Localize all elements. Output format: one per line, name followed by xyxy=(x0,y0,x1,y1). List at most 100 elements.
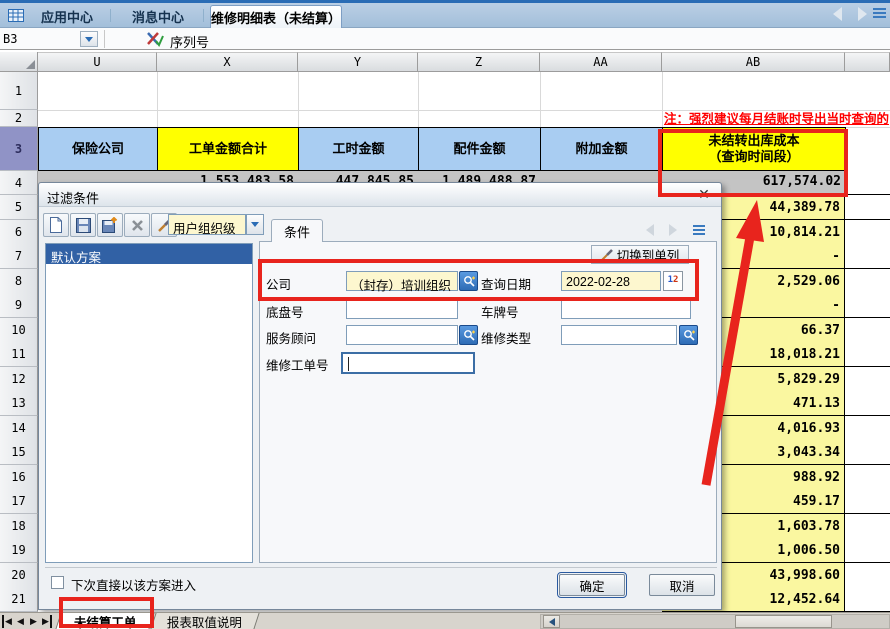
close-icon[interactable]: ✕ xyxy=(695,186,713,204)
query-date-input[interactable]: 2022-02-28 xyxy=(561,271,661,291)
row-header-5[interactable]: 5 xyxy=(0,195,38,220)
plate-input[interactable] xyxy=(561,299,691,319)
work-order-input[interactable] xyxy=(341,352,475,374)
tab-app-center[interactable]: 应用中心 xyxy=(28,5,106,28)
header-cell-parts-amount[interactable]: 配件金额 xyxy=(418,127,541,171)
row-header-14[interactable]: 14 xyxy=(0,416,38,441)
save-as-scheme-button[interactable] xyxy=(97,213,123,237)
cancel-button[interactable]: 取消 xyxy=(649,574,715,596)
column-header-U[interactable]: U xyxy=(38,52,157,72)
chassis-input[interactable] xyxy=(346,299,458,319)
empty-cell[interactable] xyxy=(845,342,890,367)
empty-cell[interactable] xyxy=(845,587,890,612)
row-header-12[interactable]: 12 xyxy=(0,367,38,392)
empty-cell[interactable] xyxy=(845,318,890,343)
empty-cell[interactable] xyxy=(845,171,890,195)
empty-cell[interactable] xyxy=(845,440,890,465)
sheet-tab-unsettled-workorders[interactable]: 未结算工单 xyxy=(55,613,154,629)
enter-with-scheme-checkbox[interactable] xyxy=(51,576,64,589)
column-header-X[interactable]: X xyxy=(157,52,298,72)
company-input[interactable]: （封存）培训组织 xyxy=(346,271,458,291)
tab-conditions[interactable]: 条件 xyxy=(271,219,323,242)
formula-icon[interactable] xyxy=(146,31,164,47)
name-box[interactable]: B3 xyxy=(0,30,78,48)
dialog-separator xyxy=(45,567,717,568)
tab-message-center[interactable]: 消息中心 xyxy=(118,5,198,28)
empty-cell[interactable] xyxy=(845,538,890,563)
row-header-10[interactable]: 10 xyxy=(0,318,38,343)
save-scheme-button[interactable] xyxy=(70,213,96,237)
empty-cell[interactable] xyxy=(845,465,890,490)
column-header-Z[interactable]: Z xyxy=(418,52,540,72)
row-header-7[interactable]: 7 xyxy=(0,244,38,269)
row-header-17[interactable]: 17 xyxy=(0,489,38,514)
scrollbar-left-icon[interactable] xyxy=(543,615,560,628)
tab-scroll-right-icon[interactable] xyxy=(858,7,867,21)
ok-button[interactable]: 确定 xyxy=(559,574,625,596)
sheet-nav-last-icon[interactable]: ▶ xyxy=(41,615,52,628)
row-header-9[interactable]: 9 xyxy=(0,293,38,318)
column-header-AA[interactable]: AA xyxy=(540,52,662,72)
header-cell-insurance-company[interactable]: 保险公司 xyxy=(38,127,158,171)
dialog-nav-left-icon[interactable] xyxy=(646,224,654,236)
new-scheme-button[interactable] xyxy=(43,213,69,237)
sheet-corner-cell[interactable] xyxy=(0,52,38,72)
company-lookup-button[interactable] xyxy=(459,271,478,291)
sheet-nav-first-icon[interactable]: ◀ xyxy=(2,615,13,628)
column-header-Y[interactable]: Y xyxy=(298,52,418,72)
row-header-21[interactable]: 21 xyxy=(0,587,38,612)
row-header-11[interactable]: 11 xyxy=(0,342,38,367)
row-header-8[interactable]: 8 xyxy=(0,269,38,294)
switch-to-single-column-button[interactable]: 切换到单列 xyxy=(591,245,689,264)
empty-cell[interactable] xyxy=(845,416,890,441)
column-header-blank[interactable] xyxy=(845,52,890,72)
empty-cell[interactable] xyxy=(845,220,890,245)
dialog-nav-right-icon[interactable] xyxy=(669,224,677,236)
dialog-list-icon[interactable] xyxy=(693,225,705,235)
scrollbar-thumb[interactable] xyxy=(735,615,832,628)
row-header-4[interactable]: 4 xyxy=(0,171,38,195)
scheme-item-default[interactable]: 默认方案 xyxy=(46,244,252,264)
row-header-20[interactable]: 20 xyxy=(0,563,38,588)
empty-cell[interactable] xyxy=(845,489,890,514)
advisor-lookup-button[interactable] xyxy=(459,325,478,345)
tab-list-icon[interactable] xyxy=(873,8,886,19)
combo-dropdown-icon[interactable] xyxy=(246,214,264,235)
empty-cell[interactable] xyxy=(845,244,890,269)
scheme-scope-combo[interactable]: 用户组织级 xyxy=(168,214,246,235)
sheet-tab-report-notes[interactable]: 报表取值说明 xyxy=(150,613,259,629)
empty-cell[interactable] xyxy=(845,293,890,318)
sheet-nav-next-icon[interactable]: ▶ xyxy=(28,615,39,628)
advisor-input[interactable] xyxy=(346,325,458,345)
row-header-15[interactable]: 15 xyxy=(0,440,38,465)
header-cell-workorder-total[interactable]: 工单金额合计 xyxy=(157,127,299,171)
row-header-19[interactable]: 19 xyxy=(0,538,38,563)
header-cell-unsettled-cost[interactable]: 未结转出库成本（查询时间段） xyxy=(662,127,846,171)
tab-repair-detail-report[interactable]: 维修明细表（未结算） xyxy=(210,5,342,28)
date-picker-button[interactable]: 12 xyxy=(663,271,683,291)
scheme-list[interactable]: 默认方案 xyxy=(45,243,253,563)
sheet-nav-prev-icon[interactable]: ◀ xyxy=(15,615,26,628)
row-header-13[interactable]: 13 xyxy=(0,391,38,416)
row-header-2[interactable]: 2 xyxy=(0,110,38,127)
column-header-AB[interactable]: AB xyxy=(662,52,845,72)
horizontal-scrollbar[interactable] xyxy=(540,614,890,629)
header-cell-labor-amount[interactable]: 工时金额 xyxy=(298,127,419,171)
tab-scroll-left-icon[interactable] xyxy=(833,7,842,21)
header-cell-extra-amount[interactable]: 附加金额 xyxy=(540,127,663,171)
empty-cell[interactable] xyxy=(845,367,890,392)
empty-cell[interactable] xyxy=(845,514,890,539)
row-header-6[interactable]: 6 xyxy=(0,220,38,245)
row-header-18[interactable]: 18 xyxy=(0,514,38,539)
empty-cell[interactable] xyxy=(845,391,890,416)
row-header-3[interactable]: 3 xyxy=(0,127,38,171)
name-box-dropdown[interactable] xyxy=(80,31,98,47)
empty-cell[interactable] xyxy=(845,563,890,588)
repair-type-input[interactable] xyxy=(561,325,677,345)
row-header-1[interactable]: 1 xyxy=(0,72,38,110)
delete-scheme-button[interactable] xyxy=(124,213,150,237)
repair-type-lookup-button[interactable] xyxy=(679,325,698,345)
row-header-16[interactable]: 16 xyxy=(0,465,38,490)
empty-cell[interactable] xyxy=(845,269,890,294)
empty-cell[interactable] xyxy=(845,195,890,220)
